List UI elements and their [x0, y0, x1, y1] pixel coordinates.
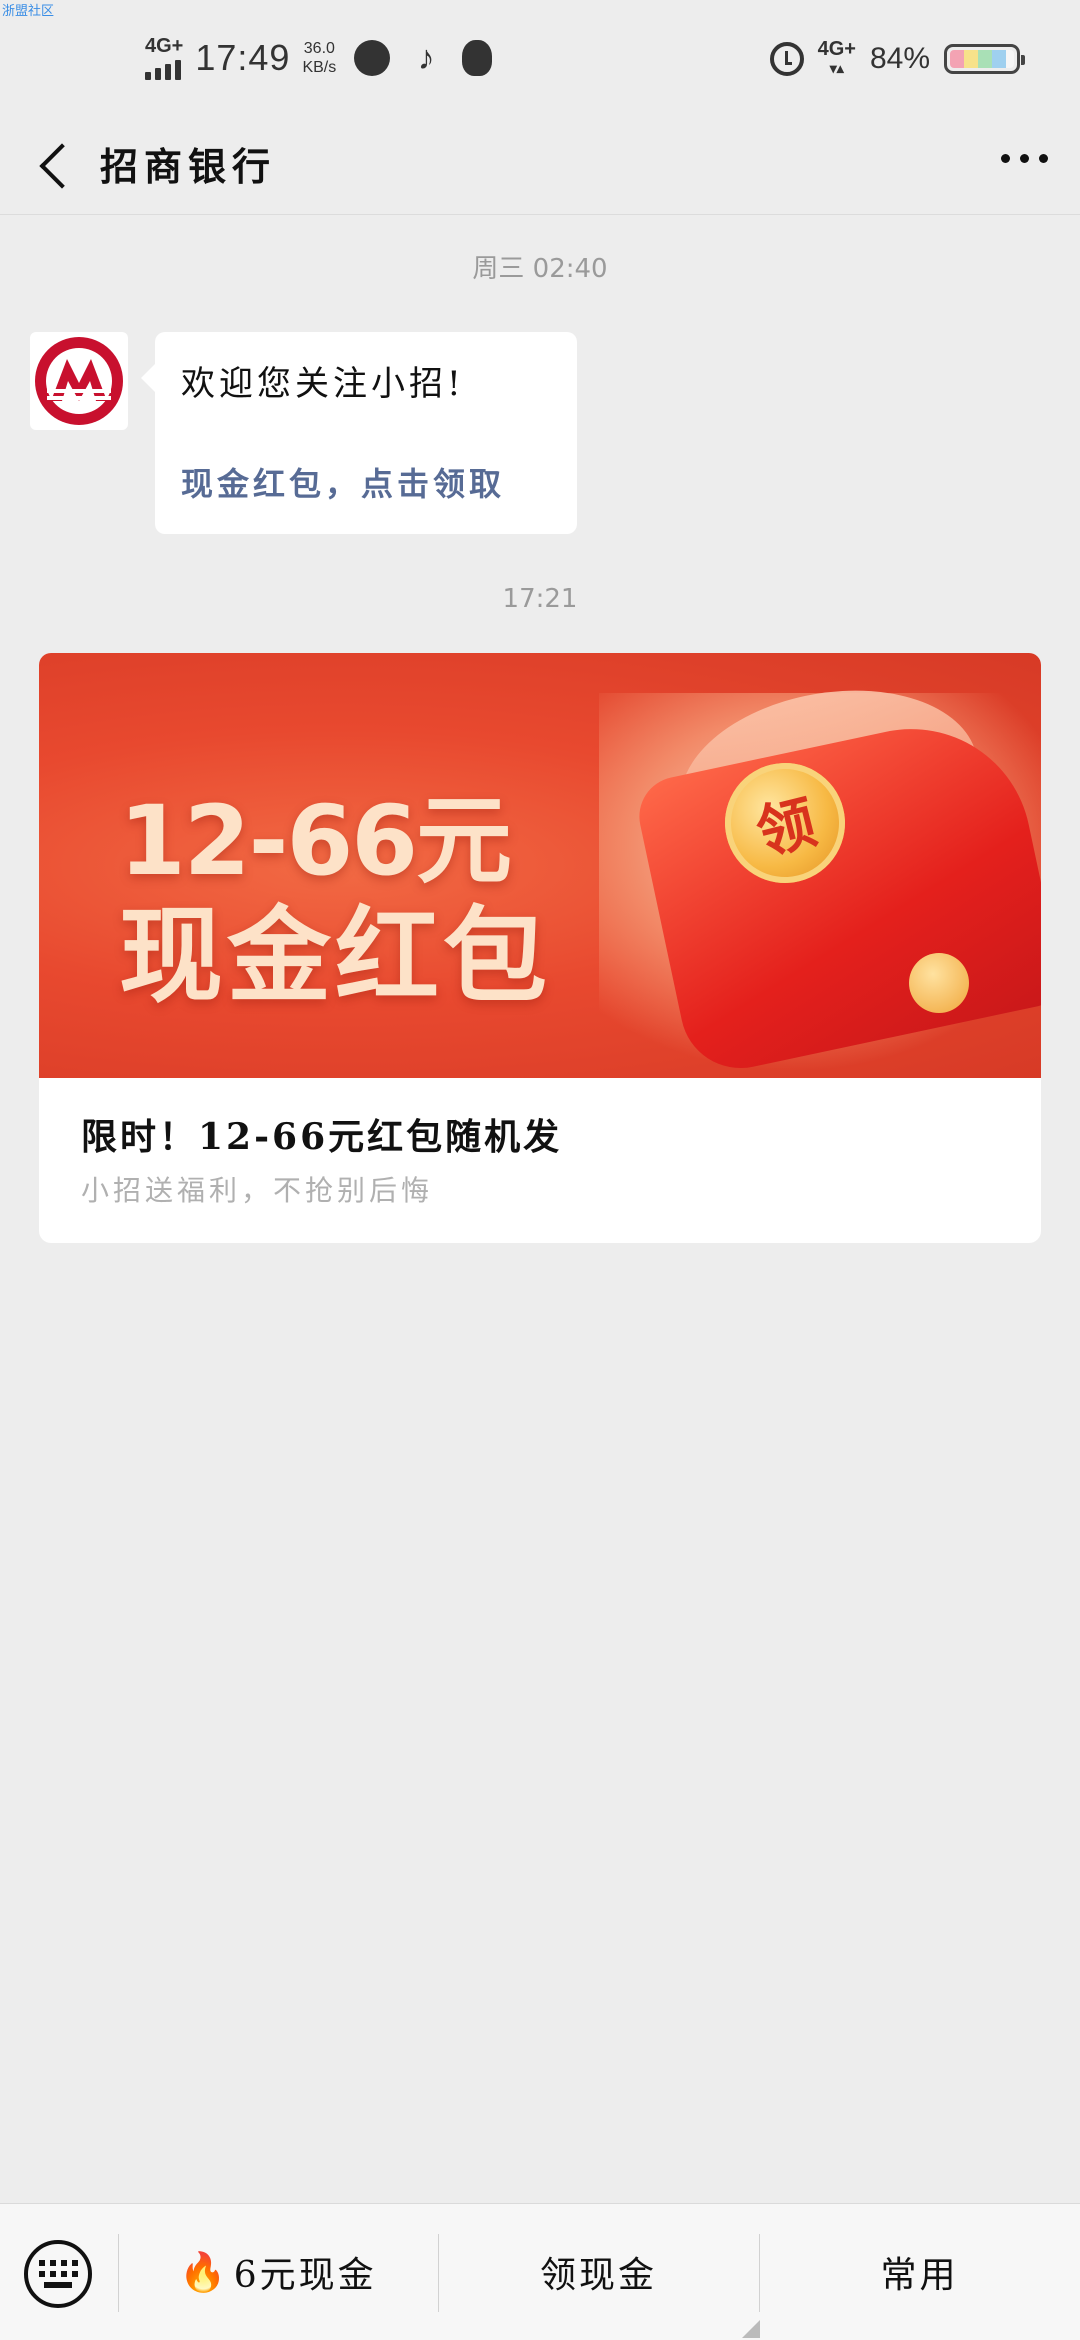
menu-label: 领现金 — [539, 2255, 657, 2296]
cellular-signal-icon: 4G+ — [145, 36, 183, 80]
menu-label: 常用 — [880, 2255, 959, 2296]
avatar[interactable] — [30, 332, 128, 430]
bottom-menu-bar: 🔥 6元现金 领现金 常用 — [0, 2203, 1080, 2340]
alarm-icon — [769, 41, 804, 76]
network-type-label-right: 4G+ ▾▴ — [817, 38, 856, 76]
fire-icon: 🔥 — [179, 2249, 230, 2294]
qq-penguin-icon — [462, 40, 493, 76]
menu-get-cash[interactable]: 领现金 — [438, 2242, 759, 2302]
menu-label: 6元现金 — [233, 2255, 377, 2296]
keyboard-icon[interactable] — [24, 2240, 92, 2308]
banner-headline: 现金红包 — [119, 895, 552, 1017]
timestamp: 周三 02:40 — [472, 254, 608, 284]
page-title: 招商银行 — [100, 144, 277, 189]
header-divider — [0, 214, 1080, 215]
speed-unit: KB/s — [302, 59, 337, 76]
card-title: 限时！12-66元红包随机发 — [81, 1116, 563, 1158]
clock: 17:49 — [195, 37, 291, 78]
cmb-logo-icon — [35, 337, 123, 425]
card-subtitle: 小招送福利，不抢别后悔 — [81, 1174, 434, 1207]
battery-icon — [944, 43, 1025, 74]
speed-value: 36.0 — [303, 40, 335, 57]
submenu-indicator-icon — [742, 2320, 760, 2338]
chat-header: 招商银行 — [0, 118, 1080, 214]
speedometer-icon — [354, 40, 391, 76]
article-card[interactable]: 领 12-66元 现金红包 限时！12-66元红包随机发 小招送福利，不抢别后悔 — [39, 653, 1041, 1243]
banner-image: 领 12-66元 现金红包 — [39, 653, 1041, 1078]
status-bar: 4G+ 17:49 36.0 KB/s ♪ 4G+ ▾▴ 84% — [0, 0, 1080, 118]
timestamp: 17:21 — [502, 584, 578, 614]
more-dots-icon[interactable] — [1001, 154, 1048, 163]
message-bubble: 欢迎您关注小招! 现金红包，点击领取 — [141, 332, 577, 534]
red-packet-link[interactable]: 现金红包，点击领取 — [181, 459, 551, 505]
network-speed: 36.0 KB/s — [302, 39, 336, 77]
message-text: 欢迎您关注小招! — [181, 364, 465, 404]
menu-6yuan-cash[interactable]: 🔥 6元现金 — [118, 2242, 438, 2302]
chevron-left-icon[interactable] — [30, 140, 80, 190]
menu-common[interactable]: 常用 — [759, 2242, 1080, 2302]
tiktok-icon: ♪ — [417, 39, 435, 77]
battery-percent: 84% — [869, 41, 930, 75]
network-type-label: 4G+ — [145, 35, 184, 57]
